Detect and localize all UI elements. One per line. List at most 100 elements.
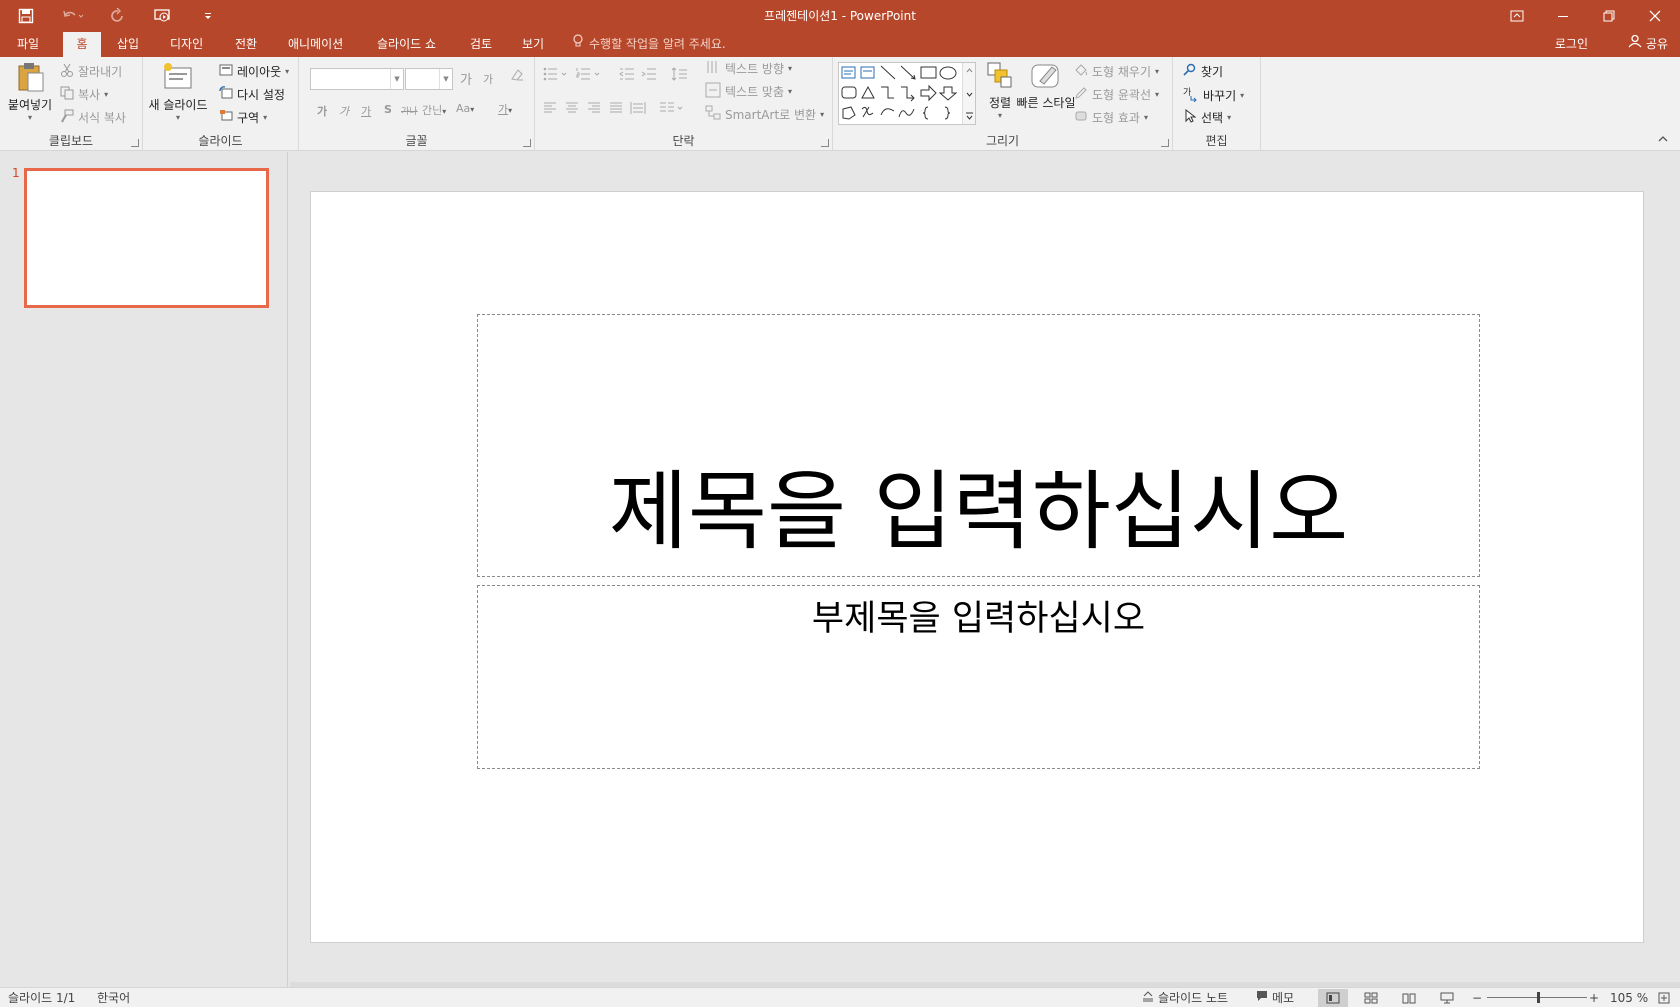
shapes-gallery-scrollbar[interactable]: [962, 63, 975, 124]
tab-view[interactable]: 보기: [518, 32, 548, 57]
slide-canvas[interactable]: 제목을 입력하십시오 부제목을 입력하십시오: [310, 191, 1644, 943]
undo-icon[interactable]: [58, 0, 88, 32]
clipboard-launcher-icon[interactable]: [131, 139, 139, 147]
paragraph-launcher-icon[interactable]: [821, 139, 829, 147]
font-size-dropdown-icon[interactable]: ▼: [439, 69, 452, 89]
find-button[interactable]: 찾기: [1183, 63, 1223, 80]
increase-indent-icon[interactable]: [641, 67, 657, 84]
layout-button[interactable]: 레이아웃 ▾: [219, 63, 289, 80]
numbering-icon[interactable]: [576, 67, 602, 84]
font-launcher-icon[interactable]: [523, 139, 531, 147]
restore-icon[interactable]: [1586, 0, 1632, 32]
italic-button[interactable]: 가: [339, 103, 349, 119]
select-button[interactable]: 선택 ▾: [1183, 108, 1231, 126]
bullets-icon[interactable]: [543, 67, 569, 84]
cut-button[interactable]: 잘라내기: [60, 63, 122, 80]
present-from-start-icon[interactable]: [150, 0, 176, 32]
ribbon-display-icon[interactable]: [1494, 0, 1540, 32]
paste-dropdown-icon[interactable]: ▾: [28, 113, 32, 122]
shrink-font-button[interactable]: 가: [483, 71, 493, 87]
section-button[interactable]: 구역 ▾: [219, 109, 267, 126]
tab-slideshow[interactable]: 슬라이드 쇼: [373, 32, 440, 57]
save-icon[interactable]: [14, 0, 38, 32]
decrease-indent-icon[interactable]: [619, 67, 635, 84]
new-slide-dropdown-icon[interactable]: ▾: [176, 113, 180, 122]
shapes-gallery[interactable]: [838, 62, 976, 125]
change-case-button[interactable]: Aa▾: [456, 102, 474, 115]
font-name-dropdown-icon[interactable]: ▼: [390, 69, 403, 89]
bold-button[interactable]: 가: [317, 103, 327, 119]
font-color-button[interactable]: 가▾: [498, 101, 512, 117]
normal-view-icon[interactable]: [1318, 989, 1348, 1007]
replace-icon: 가: [1183, 86, 1199, 105]
tab-animations[interactable]: 애니메이션: [284, 32, 347, 57]
smartart-button[interactable]: SmartArt로 변환 ▾: [705, 105, 824, 124]
subtitle-placeholder[interactable]: 부제목을 입력하십시오: [477, 585, 1480, 769]
minimize-icon[interactable]: [1540, 0, 1586, 32]
tab-design[interactable]: 디자인: [166, 32, 207, 57]
customize-icon[interactable]: [198, 0, 218, 32]
title-placeholder[interactable]: 제목을 입력하십시오: [477, 314, 1480, 577]
slideshow-view-icon[interactable]: [1432, 989, 1462, 1007]
underline-button[interactable]: 가: [361, 103, 371, 119]
tab-review[interactable]: 검토: [466, 32, 496, 57]
tab-insert[interactable]: 삽입: [113, 32, 143, 57]
tab-file[interactable]: 파일: [13, 32, 43, 57]
zoom-in-button[interactable]: +: [1589, 988, 1599, 1007]
character-spacing-button[interactable]: 간닌▾: [422, 102, 446, 118]
drawing-launcher-icon[interactable]: [1161, 139, 1169, 147]
text-direction-icon: [705, 59, 721, 78]
shape-outline-button[interactable]: 도형 윤곽선 ▾: [1074, 86, 1159, 103]
tell-me-box[interactable]: 수행할 작업을 알려 주세요.: [572, 32, 726, 57]
paste-button[interactable]: 붙여넣기 ▾: [5, 61, 55, 122]
align-center-icon[interactable]: [565, 102, 579, 117]
copy-dropdown-icon[interactable]: ▾: [104, 90, 108, 99]
clear-formatting-icon[interactable]: [509, 67, 525, 86]
sign-in-link[interactable]: 로그인: [1555, 32, 1588, 57]
grow-font-button[interactable]: 가: [460, 69, 472, 88]
paragraph-group-label: 단락: [672, 134, 695, 148]
text-direction-button[interactable]: 텍스트 방향 ▾: [705, 59, 792, 78]
close-icon[interactable]: [1632, 0, 1678, 32]
tab-transitions[interactable]: 전환: [231, 32, 261, 57]
copy-button[interactable]: 복사 ▾: [60, 86, 108, 103]
format-painter-button[interactable]: 서식 복사: [60, 109, 126, 126]
language-indicator[interactable]: 한국어: [97, 988, 130, 1007]
line-spacing-icon[interactable]: [671, 67, 695, 84]
reading-view-icon[interactable]: [1394, 989, 1424, 1007]
clipboard-group-label: 클립보드: [48, 134, 94, 148]
align-left-icon[interactable]: [543, 102, 557, 117]
text-shadow-button[interactable]: S: [384, 103, 392, 116]
new-slide-button[interactable]: 새 슬라이드 ▾: [147, 61, 209, 122]
drawing-group-label: 그리기: [985, 134, 1020, 148]
slide-sorter-icon[interactable]: [1356, 989, 1386, 1007]
share-button[interactable]: 공유: [1628, 32, 1668, 57]
arrange-button[interactable]: 정렬 ▾: [982, 61, 1018, 120]
font-size-combo[interactable]: ▼: [405, 68, 453, 90]
align-right-icon[interactable]: [587, 102, 601, 117]
strikethrough-button[interactable]: 가나: [401, 104, 418, 117]
notes-button[interactable]: 슬라이드 노트: [1142, 988, 1228, 1007]
quick-styles-button[interactable]: 빠른 스타일: [1016, 61, 1076, 111]
shape-fill-button[interactable]: 도형 채우기 ▾: [1074, 63, 1159, 80]
slide-thumbnail[interactable]: [24, 168, 269, 308]
align-text-button[interactable]: 텍스트 맞춤 ▾: [705, 82, 792, 101]
comments-button[interactable]: 메모: [1256, 988, 1294, 1007]
text-direction-dropdown-icon: ▾: [788, 64, 793, 73]
zoom-slider-thumb[interactable]: [1536, 992, 1540, 1003]
justify-icon[interactable]: [609, 102, 623, 117]
fit-to-window-icon[interactable]: [1658, 988, 1670, 1007]
reset-button[interactable]: 다시 설정: [219, 86, 285, 103]
zoom-level[interactable]: 105 %: [1610, 988, 1648, 1007]
distributed-icon[interactable]: [630, 101, 646, 118]
collapse-ribbon-icon[interactable]: [1658, 132, 1668, 146]
slides-group-label: 슬라이드: [198, 134, 243, 148]
redo-icon[interactable]: [106, 0, 130, 32]
columns-icon[interactable]: [659, 101, 685, 118]
shape-effects-button[interactable]: 도형 효과 ▾: [1074, 109, 1148, 126]
zoom-out-button[interactable]: −: [1472, 988, 1482, 1007]
arrange-icon: [986, 61, 1014, 94]
replace-button[interactable]: 가 바꾸기 ▾: [1183, 86, 1244, 105]
tab-home[interactable]: 홈: [63, 32, 101, 58]
font-name-combo[interactable]: ▼: [310, 68, 404, 90]
